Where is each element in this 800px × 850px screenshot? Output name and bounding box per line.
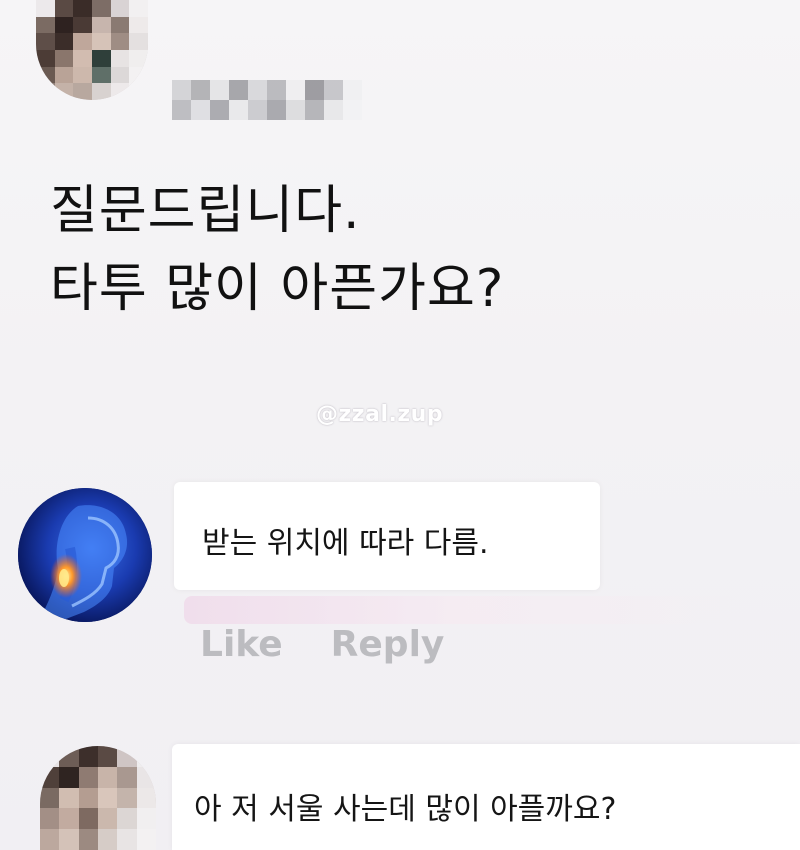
watermark: @zzal.zup [316,402,444,427]
blurred-background-band [184,596,744,624]
reply-text: 아 저 서울 사는데 많이 아플까요? [194,792,617,827]
reply-author-avatar[interactable] [40,746,156,850]
like-button[interactable]: Like [200,624,283,665]
commenter-avatar[interactable] [18,488,152,622]
reply-button[interactable]: Reply [331,624,445,665]
comment-bubble: 받는 위치에 따라 다름. [174,482,600,590]
throat-xray-avatar-icon [18,488,152,622]
post-author-name-pixelated[interactable] [172,80,362,120]
reply-bubble: 아 저 서울 사는데 많이 아플까요? [172,744,800,850]
post-author-avatar[interactable] [36,0,148,100]
pixelated-avatar-icon [36,0,148,100]
post-body: 질문드립니다. 타투 많이 아픈가요? [50,172,750,328]
pixelated-avatar-icon [40,746,156,850]
comment-text: 받는 위치에 따라 다름. [202,526,489,561]
screenshot-page: 질문드립니다. 타투 많이 아픈가요? @zzal.zup 받는 위치에 따라 … [0,0,800,850]
post-text-line-2: 타투 많이 아픈가요? [50,259,505,319]
post-text-line-1: 질문드립니다. [50,181,361,241]
comment-actions: Like Reply [200,624,444,665]
